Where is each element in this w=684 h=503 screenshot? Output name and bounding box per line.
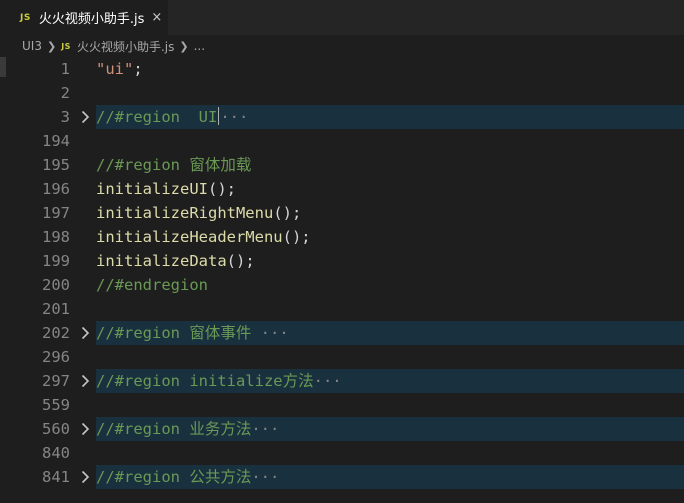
line-number: 3 (60, 108, 70, 126)
code-line[interactable]: 559 (0, 393, 684, 417)
code-text: //#region 公共方法··· (96, 465, 279, 489)
line-number: 2 (60, 84, 70, 102)
code-text: //#region 窗体加载 (96, 153, 251, 177)
code-token: initializeData (96, 252, 227, 270)
code-token: (); (226, 252, 255, 270)
code-line[interactable]: 840 (0, 441, 684, 465)
code-text: //#endregion (96, 273, 208, 297)
line-number: 297 (42, 372, 70, 390)
fold-ellipsis[interactable]: ··· (314, 372, 342, 390)
breadcrumb: UI3 ❯ JS 火火视频小助手.js ❯ ... (0, 35, 684, 57)
code-line[interactable]: 2 (0, 81, 684, 105)
code-line[interactable]: 198 initializeHeaderMenu(); (0, 225, 684, 249)
chevron-right-icon: ❯ (179, 39, 189, 53)
code-line[interactable]: 194 (0, 129, 684, 153)
code-text: //#region UI ··· (96, 105, 248, 129)
editor-tab[interactable]: JS 火火视频小助手.js × (0, 0, 168, 35)
line-number: 196 (42, 180, 70, 198)
code-text: initializeRightMenu(); (96, 201, 301, 225)
code-line[interactable]: 199 initializeData(); (0, 249, 684, 273)
line-number: 199 (42, 252, 70, 270)
code-token: (); (282, 228, 311, 246)
folded-region-line[interactable]: 560 //#region 业务方法··· (0, 417, 684, 441)
line-number: 559 (42, 396, 70, 414)
close-icon[interactable]: × (151, 10, 162, 25)
line-number: 201 (42, 300, 70, 318)
code-text: "ui"; (96, 57, 143, 81)
code-text: initializeUI(); (96, 177, 236, 201)
code-line[interactable]: 201 (0, 297, 684, 321)
line-number: 202 (42, 324, 70, 342)
line-number: 198 (42, 228, 70, 246)
folded-region-line[interactable]: 841 //#region 公共方法··· (0, 465, 684, 489)
code-text: //#region 业务方法··· (96, 417, 279, 441)
breadcrumb-folder[interactable]: UI3 (22, 39, 42, 53)
code-token: initializeHeaderMenu (96, 228, 283, 246)
chevron-right-icon[interactable] (78, 321, 92, 345)
folded-region-line[interactable]: 3 //#region UI ··· (0, 105, 684, 129)
code-token: //#region initialize方法 (96, 372, 314, 390)
fold-ellipsis[interactable]: ··· (261, 324, 289, 342)
line-number: 200 (42, 276, 70, 294)
fold-ellipsis[interactable]: ··· (251, 420, 279, 438)
code-editor[interactable]: 1 "ui"; 2 3//#region UI ··· 194 195//#region 窗… (0, 57, 684, 503)
folded-region-line[interactable]: 202 //#region 窗体事件 ··· (0, 321, 684, 345)
code-token: ; (133, 60, 143, 78)
breadcrumb-file[interactable]: 火火视频小助手.js (77, 38, 174, 55)
line-number: 195 (42, 156, 70, 174)
code-line[interactable]: 200 //#endregion (0, 273, 684, 297)
code-token: "ui" (96, 60, 134, 78)
javascript-file-icon: JS (61, 41, 71, 51)
code-token: initializeUI (96, 180, 208, 198)
code-line[interactable]: 195 //#region 窗体加载 (0, 153, 684, 177)
tab-title: 火火视频小助手.js (38, 12, 145, 27)
fold-ellipsis[interactable]: ··· (251, 468, 279, 486)
line-number: 194 (42, 132, 70, 150)
code-text: initializeData(); (96, 249, 255, 273)
code-text: //#region 窗体事件 ··· (96, 321, 289, 345)
chevron-right-icon[interactable] (78, 417, 92, 441)
code-line[interactable]: 196 initializeUI(); (0, 177, 684, 201)
code-line[interactable]: 1 "ui"; (0, 57, 684, 81)
chevron-right-icon[interactable] (78, 105, 92, 129)
editor-tab-bar: JS 火火视频小助手.js × (0, 0, 684, 35)
javascript-file-icon: JS (20, 12, 31, 23)
chevron-right-icon[interactable] (78, 369, 92, 393)
code-token: //#region 窗体加载 (96, 156, 252, 174)
code-token: //#region 业务方法 (96, 420, 252, 438)
code-token: initializeRightMenu (96, 204, 274, 222)
line-number: 197 (42, 204, 70, 222)
line-number: 841 (42, 468, 70, 486)
chevron-right-icon: ❯ (46, 39, 57, 53)
fold-ellipsis[interactable]: ··· (220, 108, 248, 126)
line-number: 560 (42, 420, 70, 438)
code-token: //#endregion (96, 276, 208, 294)
breadcrumb-more[interactable]: ... (194, 39, 205, 53)
code-token: (); (273, 204, 302, 222)
line-number: 296 (42, 348, 70, 366)
code-token: //#region 窗体事件 (96, 324, 261, 342)
folded-region-line[interactable]: 297 //#region initialize方法··· (0, 369, 684, 393)
code-text: initializeHeaderMenu(); (96, 225, 311, 249)
line-number: 840 (42, 444, 70, 462)
code-line[interactable]: 296 (0, 345, 684, 369)
code-text: //#region initialize方法··· (96, 369, 342, 393)
code-token: (); (207, 180, 236, 198)
code-token: //#region UI (96, 108, 218, 126)
line-number: 1 (60, 60, 70, 78)
code-token: //#region 公共方法 (96, 468, 252, 486)
code-line[interactable]: 197 initializeRightMenu(); (0, 201, 684, 225)
chevron-right-icon[interactable] (78, 465, 92, 489)
